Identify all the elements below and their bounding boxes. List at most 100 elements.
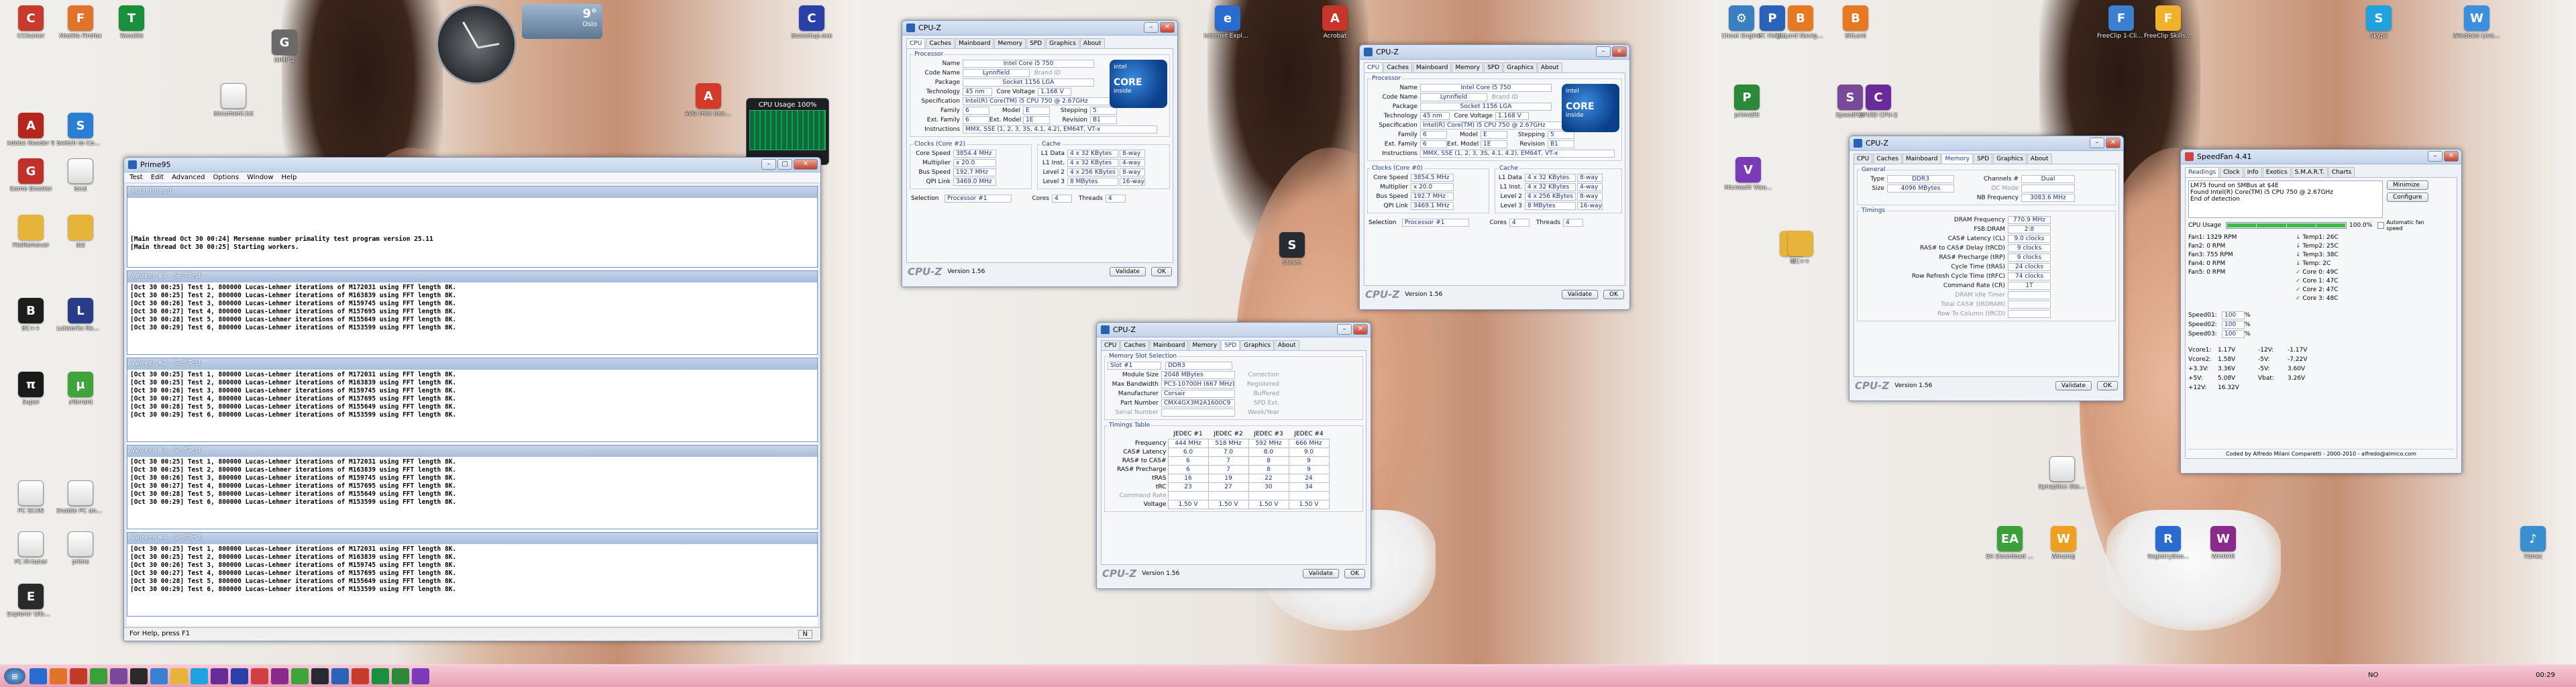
tab-exotics[interactable]: Exotics <box>2262 167 2291 177</box>
tab-clock[interactable]: Clock <box>2220 167 2243 177</box>
taskbar-app-icon[interactable] <box>191 668 208 684</box>
language-indicator[interactable]: NO <box>2368 672 2378 679</box>
icon-explorer[interactable]: E Explorer Ultimate... <box>7 584 55 618</box>
minimize-button[interactable]: – <box>1337 324 1352 335</box>
taskbar-app-icon[interactable] <box>70 668 87 684</box>
icon-super-pi[interactable]: π Super <box>7 372 55 406</box>
menu-advanced[interactable]: Advanced <box>172 174 205 181</box>
slot-select[interactable]: Slot #1 <box>1108 362 1161 370</box>
cpuz-spd-window[interactable]: CPU-Z – ✕ CPU Caches Mainboard Memory SPD… <box>1096 322 1371 589</box>
close-button[interactable]: ✕ <box>1612 46 1627 57</box>
processor-select[interactable]: Processor #1 <box>1402 219 1469 227</box>
icon-registry[interactable]: R RegistryBoo... <box>2144 526 2192 560</box>
tab-cpu[interactable]: CPU <box>1854 154 1873 164</box>
icon-bitlord2[interactable]: B BitLord <box>1831 5 1880 40</box>
prime95-window[interactable]: Prime95 – □ ✕ Test Edit Advanced Options W… <box>123 157 821 641</box>
taskbar-app-icon[interactable] <box>50 668 67 684</box>
tab-caches[interactable]: Caches <box>1873 154 1902 164</box>
ok-button[interactable]: OK <box>1603 290 1624 299</box>
icon-teamviewer-t[interactable]: T Tweakie <box>107 5 156 40</box>
start-button[interactable]: ⊞ <box>4 668 25 684</box>
menu-edit[interactable]: Edit <box>151 174 164 181</box>
taskbar-app-icon[interactable] <box>170 668 188 684</box>
processor-select[interactable]: Processor #1 <box>945 195 1012 203</box>
tab-mainboard[interactable]: Mainboard <box>955 38 994 48</box>
minimize-button[interactable]: – <box>1596 46 1611 57</box>
cpuz-titlebar[interactable]: CPU-Z – ✕ <box>1360 45 1629 60</box>
worker-window-4[interactable]: Worker #4 - Self-Test [Oct 30 00:25] Test… <box>127 532 818 617</box>
ok-button[interactable]: OK <box>2097 381 2118 390</box>
speed-stepper[interactable]: 100 <box>2222 321 2245 329</box>
tab-graphics[interactable]: Graphics <box>1503 62 1537 72</box>
taskbar-app-icon[interactable] <box>392 668 409 684</box>
icon-local[interactable]: local <box>56 158 105 193</box>
icon-gimp[interactable]: G GIMP 2 <box>260 30 309 64</box>
tab-cpu[interactable]: CPU <box>1364 62 1383 72</box>
minimize-button[interactable]: – <box>2090 138 2104 148</box>
tab-memory[interactable]: Memory <box>1941 154 1974 164</box>
icon-switch-compat[interactable]: S Switch to Compat... <box>56 113 105 147</box>
icon-enable-pc[interactable]: Enable PC ancillo <box>56 480 105 515</box>
taskbar-app-icon[interactable] <box>211 668 228 684</box>
icon-winrar[interactable]: W WinRAR <box>2199 526 2247 560</box>
icon-avid-free[interactable]: A AVG Free User Interface <box>684 83 733 117</box>
icon-windows-live[interactable]: W Windows Live Messenger <box>2453 5 2501 40</box>
menu-help[interactable]: Help <box>282 174 297 181</box>
cpuz-titlebar[interactable]: CPU-Z – ✕ <box>1849 136 2123 151</box>
taskbar-app-icon[interactable] <box>30 668 47 684</box>
tab-caches[interactable]: Caches <box>1120 340 1149 350</box>
cpuz-cpu-window-2[interactable]: CPU-Z – ✕ CPU Caches Mainboard Memory SPD… <box>1359 44 1630 310</box>
cpuz-titlebar[interactable]: CPU-Z – ✕ <box>1097 323 1371 337</box>
configure-button[interactable]: Configure <box>2387 193 2428 202</box>
icon-ea-download[interactable]: EA EA Download Manager <box>1986 526 2034 560</box>
validate-button[interactable]: Validate <box>1109 267 1146 276</box>
cpu-meter-gadget[interactable]: CPU Usage 100% <box>746 98 829 165</box>
icon-ccleaner[interactable]: C CCleaner <box>7 5 55 40</box>
icon-steam[interactable]: S Steam <box>1268 232 1316 266</box>
taskbar-app-icon[interactable] <box>90 668 107 684</box>
taskbar-app-icon[interactable] <box>271 668 288 684</box>
tab-mainboard[interactable]: Mainboard <box>1902 154 1941 164</box>
minimize-button[interactable]: – <box>761 159 776 170</box>
menu-options[interactable]: Options <box>213 174 239 181</box>
worker-window-1[interactable]: Worker #1 - Self-Test [Oct 30 00:25] Test… <box>127 270 818 355</box>
icon-utorrent[interactable]: µ uTorrent <box>56 372 105 406</box>
icon-synaptics[interactable]: Synaptics Stealth <box>2038 456 2086 490</box>
cpuz-titlebar[interactable]: CPU-Z – ✕ <box>902 21 1177 36</box>
taskbar-clock[interactable]: 00:29 <box>2536 672 2555 679</box>
tab-readings[interactable]: Readings <box>2185 167 2220 177</box>
tab-spd[interactable]: SPD <box>1221 340 1240 350</box>
speedfan-window[interactable]: SpeedFan 4.41 – ✕ Readings Clock Info Exo… <box>2180 149 2462 474</box>
close-button[interactable]: ✕ <box>1353 324 1368 335</box>
tab-caches[interactable]: Caches <box>1383 62 1412 72</box>
icon-pc-m-tuner[interactable]: PC M-tuner <box>7 531 55 566</box>
taskbar-app-icon[interactable] <box>412 668 429 684</box>
tab-cpu[interactable]: CPU <box>906 38 926 48</box>
icon-lutworks[interactable]: L Lutworks Remote... <box>56 298 105 332</box>
icon-cpuz-desk[interactable]: C Bunsetup.exe <box>788 5 836 40</box>
icon-itunes[interactable]: ♪ iTunes <box>2509 526 2557 560</box>
maximize-button[interactable]: □ <box>777 159 792 170</box>
icon-prime[interactable]: prime <box>56 531 105 566</box>
icon-game-prime95[interactable]: Pprime95 <box>1723 85 1771 119</box>
taskbar-app-icon[interactable] <box>231 668 248 684</box>
tab-memory[interactable]: Memory <box>1189 340 1221 350</box>
icon-skype[interactable]: S Skype <box>2355 5 2403 40</box>
icon-dat[interactable]: dat <box>56 215 105 249</box>
icon-freeclip2[interactable]: F FreeClip Skillshe... <box>2144 5 2192 40</box>
close-button[interactable]: ✕ <box>1160 22 1175 33</box>
speedfan-titlebar[interactable]: SpeedFan 4.41 – ✕ <box>2181 150 2461 164</box>
tab-mainboard[interactable]: Mainboard <box>1150 340 1189 350</box>
icon-pc-scan[interactable]: PC SCAN <box>7 480 55 515</box>
taskbar-app-icon[interactable] <box>372 668 389 684</box>
speed-stepper[interactable]: 100 <box>2222 311 2245 319</box>
tab-cpu[interactable]: CPU <box>1101 340 1120 350</box>
main-thread-window[interactable]: Main thread [Main thread Oct 30 00:24] M… <box>127 186 818 268</box>
minimize-button[interactable]: – <box>1144 22 1159 33</box>
validate-button[interactable]: Validate <box>2055 381 2092 390</box>
tab-caches[interactable]: Caches <box>926 38 955 48</box>
prime95-titlebar[interactable]: Prime95 – □ ✕ <box>124 158 820 172</box>
tab-spd[interactable]: SPD <box>1026 38 1046 48</box>
tab-about[interactable]: About <box>1274 340 1299 350</box>
icon-internet-explorer[interactable]: e Internet Explorer <box>1203 5 1252 40</box>
